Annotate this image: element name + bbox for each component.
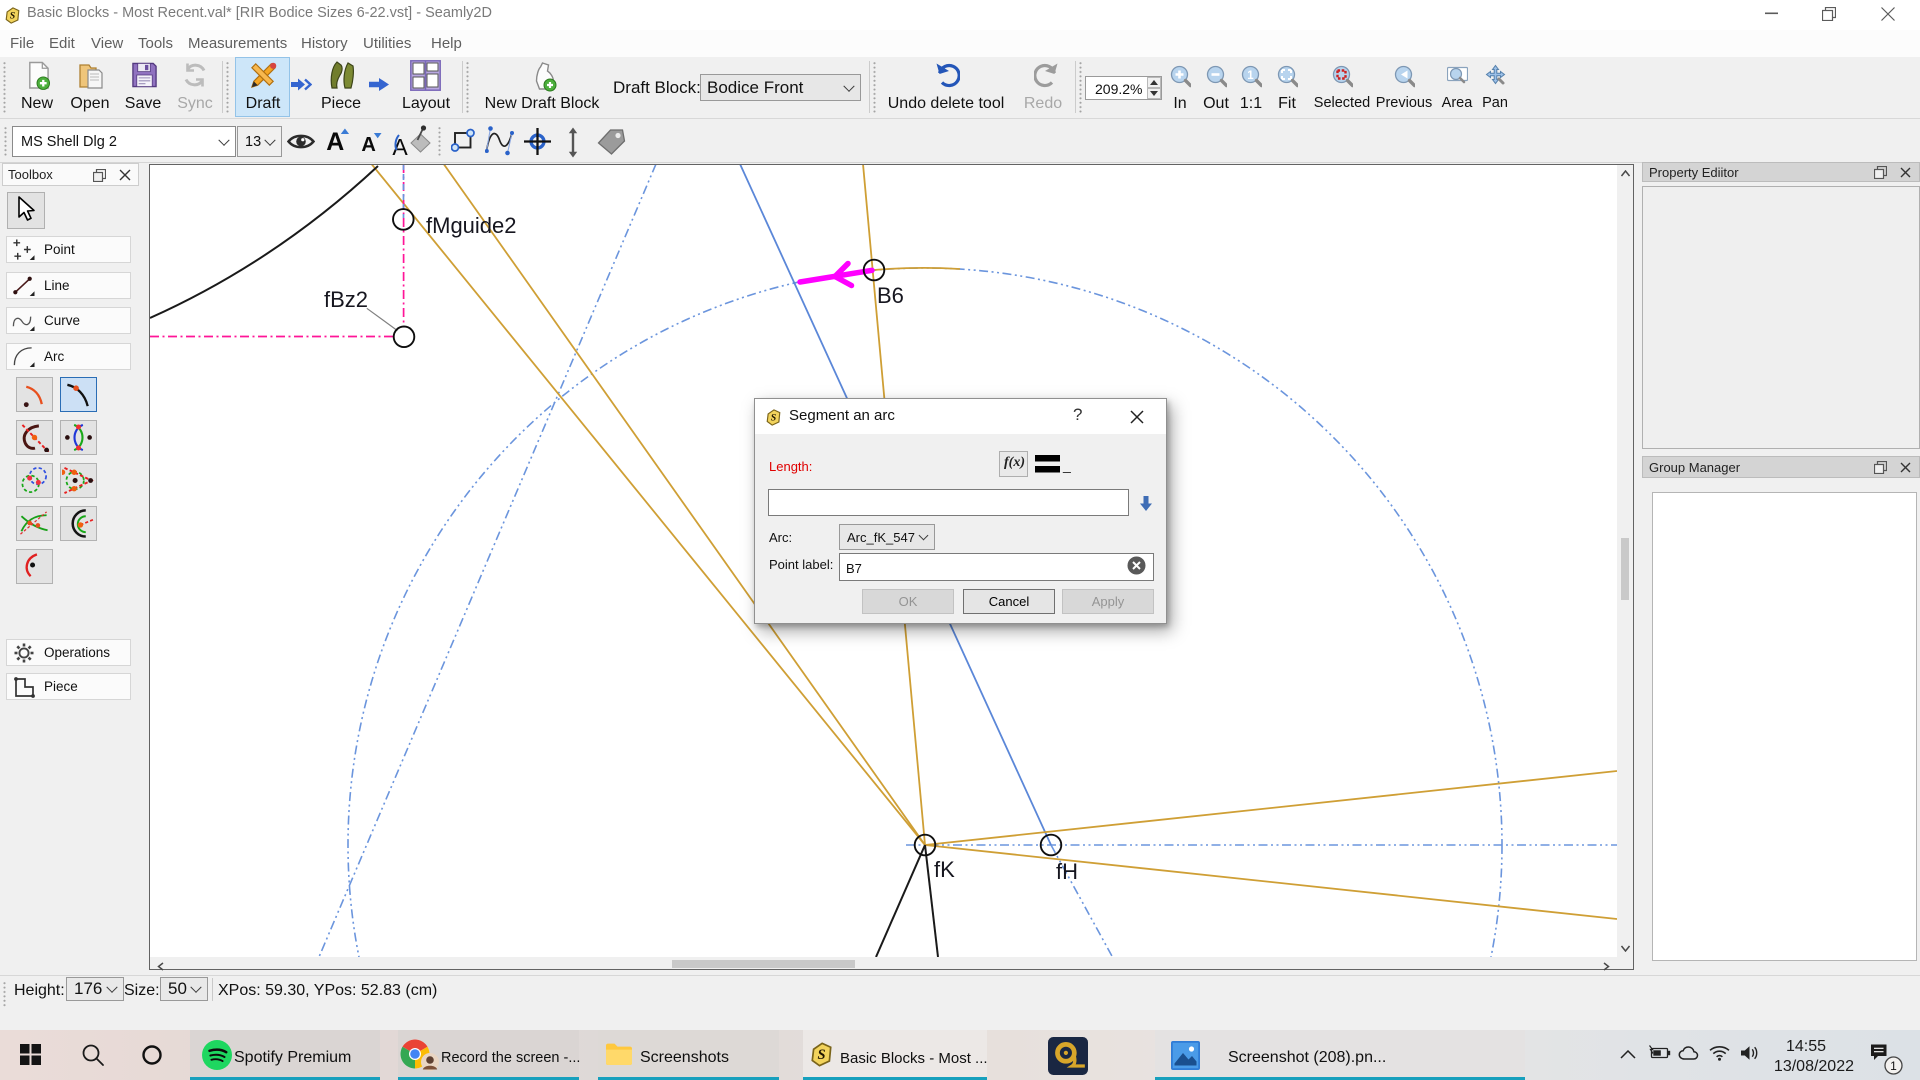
svg-text:fK: fK — [934, 857, 955, 882]
svg-text:fMguide2: fMguide2 — [426, 213, 517, 238]
svg-text:fH: fH — [1056, 859, 1078, 884]
svg-text:1: 1 — [1890, 1059, 1897, 1073]
svg-text:A: A — [326, 128, 344, 153]
svg-text:S: S — [10, 11, 16, 22]
svg-text:B6: B6 — [877, 283, 904, 308]
svg-text:A: A — [361, 134, 375, 153]
svg-text:S: S — [817, 1047, 825, 1063]
svg-text:S: S — [771, 413, 777, 424]
svg-text:fBz2: fBz2 — [324, 287, 368, 312]
svg-text:1: 1 — [1247, 70, 1254, 82]
